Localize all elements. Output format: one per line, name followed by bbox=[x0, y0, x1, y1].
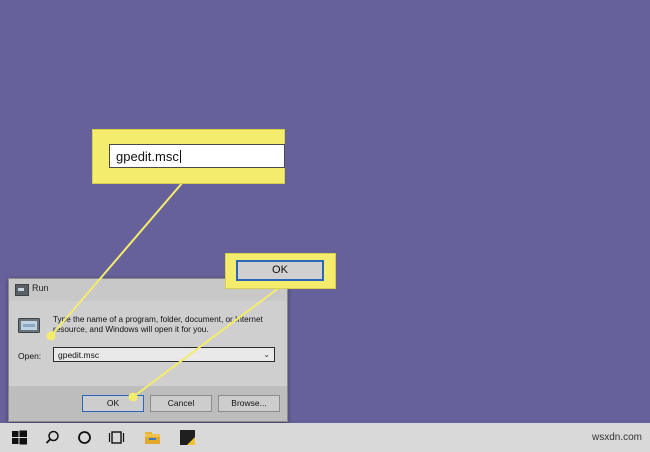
callout-input-text: gpedit.msc bbox=[116, 149, 181, 164]
dialog-body: Type the name of a program, folder, docu… bbox=[9, 301, 287, 386]
watermark-text: wsxdn.com bbox=[591, 432, 642, 443]
dialog-title: Run bbox=[32, 283, 49, 293]
task-view-icon[interactable] bbox=[108, 429, 125, 446]
chevron-down-icon[interactable]: ⌄ bbox=[263, 350, 270, 359]
taskbar: wsxdn.com bbox=[0, 423, 650, 452]
run-icon bbox=[18, 318, 40, 333]
open-input-value: gpedit.msc bbox=[58, 350, 100, 360]
cancel-button[interactable]: Cancel bbox=[150, 395, 212, 412]
windows-start-icon[interactable] bbox=[11, 429, 28, 446]
dialog-footer: OK Cancel Browse... bbox=[9, 386, 287, 421]
callout-input-zoom: gpedit.msc bbox=[92, 129, 285, 184]
cortana-icon[interactable] bbox=[76, 429, 93, 446]
sticky-notes-icon[interactable] bbox=[179, 429, 196, 446]
search-icon[interactable] bbox=[44, 429, 61, 446]
run-app-icon bbox=[15, 284, 29, 296]
run-dialog: Run Type the name of a program, folder, … bbox=[8, 278, 288, 422]
browse-button[interactable]: Browse... bbox=[218, 395, 280, 412]
file-explorer-icon[interactable] bbox=[144, 429, 161, 446]
ok-button[interactable]: OK bbox=[82, 395, 144, 412]
open-input[interactable]: gpedit.msc ⌄ bbox=[53, 347, 275, 362]
text-cursor bbox=[179, 150, 181, 163]
callout-ok-button: OK bbox=[236, 260, 324, 281]
open-label: Open: bbox=[18, 351, 42, 361]
callout-ok-zoom: OK bbox=[225, 253, 336, 289]
dialog-description: Type the name of a program, folder, docu… bbox=[53, 315, 263, 334]
callout-input-box: gpedit.msc bbox=[109, 144, 285, 168]
